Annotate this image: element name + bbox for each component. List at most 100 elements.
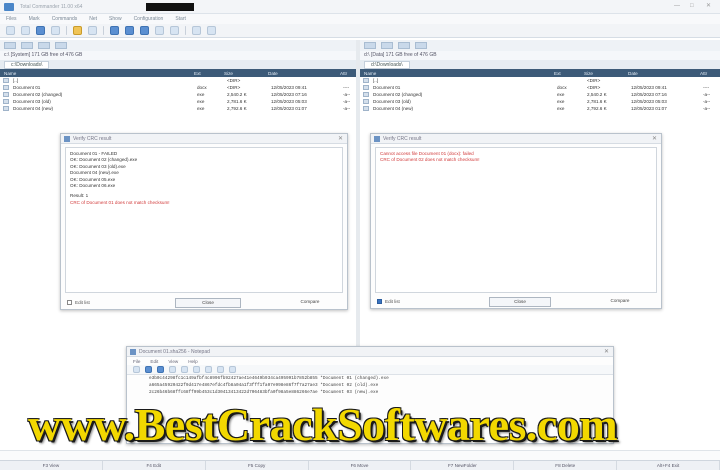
f5-copy-button[interactable]: F5 Copy (206, 461, 309, 470)
title-bar: Total Commander 11.00 x64 — □ ✕ (0, 0, 720, 14)
print-icon[interactable] (169, 366, 176, 373)
unpack-icon[interactable] (88, 26, 97, 35)
app-icon (4, 3, 14, 11)
find-icon[interactable] (110, 26, 119, 35)
drive-e-icon[interactable] (38, 42, 50, 49)
col-ext[interactable]: Ext (190, 71, 220, 76)
col-date[interactable]: Date (264, 71, 336, 76)
save-icon[interactable] (157, 366, 164, 373)
undo-icon[interactable] (217, 366, 224, 373)
col-size[interactable]: Size (580, 71, 624, 76)
network-icon[interactable] (415, 42, 427, 49)
drive-d-icon[interactable] (21, 42, 33, 49)
col-date[interactable]: Date (624, 71, 696, 76)
table-row[interactable]: Document 04 (new) exe 2,792.6 K 12/05/2023 … (360, 105, 720, 112)
ftp-icon[interactable] (125, 26, 134, 35)
dialog-footer: Edit list Close Compare (377, 296, 657, 307)
col-name[interactable]: Name (0, 71, 190, 76)
table-row[interactable]: Document 01 docx <DIR> 12/05/2023 09:41 ---- (360, 84, 720, 91)
menu-start[interactable]: Start (175, 16, 186, 22)
drive-e-icon[interactable] (398, 42, 410, 49)
edit-list-checkbox[interactable]: Edit list (67, 300, 157, 305)
rename-icon[interactable] (170, 26, 179, 35)
dialog-title-bar: Verify CRC result ✕ (371, 134, 661, 144)
table-row[interactable]: [..] <DIR> (0, 77, 356, 84)
checkbox-box[interactable] (377, 299, 382, 304)
menu-help[interactable]: Help (188, 359, 197, 364)
menu-view[interactable]: View (168, 359, 178, 364)
close-icon[interactable]: ✕ (338, 134, 343, 144)
table-row[interactable]: Document 03 (old) exe 2,781.6 K 12/05/2023 … (0, 98, 356, 105)
col-attr[interactable]: Attr (336, 71, 347, 76)
maximize-icon[interactable]: □ (690, 3, 698, 10)
result-error: CRC of Document 02 does not match checks… (380, 157, 480, 163)
list-view-icon[interactable] (21, 26, 30, 35)
copy-icon[interactable] (193, 366, 200, 373)
cut-icon[interactable] (181, 366, 188, 373)
compare-button[interactable]: Compare (591, 297, 649, 307)
right-tab[interactable]: d:\Downloads\ (364, 61, 410, 69)
help-icon[interactable] (207, 26, 216, 35)
drive-c-icon[interactable] (364, 42, 376, 49)
details-view-icon[interactable] (36, 26, 45, 35)
close-button[interactable]: Close (489, 296, 551, 307)
command-line[interactable] (0, 450, 720, 460)
checksum-line[interactable]: e3b0c44298fc1c149afbf4c8996fb92427ae41e4… (127, 375, 613, 382)
compare-button[interactable]: Compare (281, 298, 339, 308)
menu-show[interactable]: Show (109, 16, 122, 22)
table-row[interactable]: [..] <DIR> (360, 77, 720, 84)
menu-commands[interactable]: Commands (52, 16, 78, 22)
menu-files[interactable]: Files (6, 16, 17, 22)
drive-c-icon[interactable] (4, 42, 16, 49)
table-row[interactable]: Document 04 (new) exe 2,792.6 K 12/05/2023 … (0, 105, 356, 112)
col-size[interactable]: Size (220, 71, 264, 76)
menu-file[interactable]: File (133, 359, 140, 364)
redaction-bar (146, 3, 194, 11)
menu-edit[interactable]: Edit (150, 359, 158, 364)
refresh-icon[interactable] (6, 26, 15, 35)
left-column-header: Name Ext Size Date Attr (0, 69, 356, 77)
f4-edit-button[interactable]: F4 Edit (103, 461, 206, 470)
menu-mark[interactable]: Mark (29, 16, 40, 22)
table-row[interactable]: Document 02 (changed) exe 2,540.2 K 12/05/2… (360, 91, 720, 98)
f7-newfolder-button[interactable]: F7 NewFolder (411, 461, 515, 470)
main-toolbar (0, 24, 720, 38)
left-tab[interactable]: c:\Downloads\ (4, 61, 50, 69)
table-row[interactable]: Document 02 (changed) exe 2,540.2 K 12/05/2… (0, 91, 356, 98)
dialog-title: Verify CRC result (73, 136, 112, 142)
menu-net[interactable]: Net (89, 16, 97, 22)
f6-move-button[interactable]: F6 Move (309, 461, 412, 470)
network-icon[interactable] (55, 42, 67, 49)
sync-icon[interactable] (155, 26, 164, 35)
thumbnails-icon[interactable] (51, 26, 60, 35)
checksum-line[interactable]: a665a45920422f9d417e4867efdc4fb8a04a1f3f… (127, 382, 613, 389)
pack-icon[interactable] (73, 26, 82, 35)
close-icon[interactable]: ✕ (604, 347, 609, 357)
window-title: Total Commander 11.00 x64 (20, 4, 83, 10)
col-ext[interactable]: Ext (550, 71, 580, 76)
url-icon[interactable] (140, 26, 149, 35)
right-drive-bar (360, 40, 720, 51)
edit-list-checkbox[interactable]: Edit list (377, 299, 467, 304)
checkbox-box[interactable] (67, 300, 72, 305)
close-icon[interactable]: ✕ (706, 3, 714, 10)
table-row[interactable]: Document 01 docx <DIR> 12/05/2023 09:41 ---- (0, 84, 356, 91)
f3-view-button[interactable]: F3 View (0, 461, 103, 470)
close-icon[interactable]: ✕ (652, 134, 657, 144)
col-attr[interactable]: Attr (696, 71, 707, 76)
menu-configuration[interactable]: Configuration (134, 16, 164, 22)
drive-d-icon[interactable] (381, 42, 393, 49)
table-row[interactable]: Document 03 (old) exe 2,781.6 K 12/05/2023 … (360, 98, 720, 105)
notepad-icon[interactable] (192, 26, 201, 35)
open-icon[interactable] (145, 366, 152, 373)
paste-icon[interactable] (205, 366, 212, 373)
exit-button[interactable]: Alt+F4 Exit (617, 461, 720, 470)
crc-result-dialog-left: Verify CRC result ✕ Document 01 - FAILED… (60, 133, 348, 310)
search-icon[interactable] (229, 366, 236, 373)
minimize-icon[interactable]: — (674, 3, 682, 10)
checksum-line[interactable]: 2c26b46b68ffc68ff99b453c1d30413413422d70… (127, 389, 613, 396)
close-button[interactable]: Close (175, 297, 241, 308)
f8-delete-button[interactable]: F8 Delete (514, 461, 618, 470)
new-icon[interactable] (133, 366, 140, 373)
col-name[interactable]: Name (360, 71, 550, 76)
